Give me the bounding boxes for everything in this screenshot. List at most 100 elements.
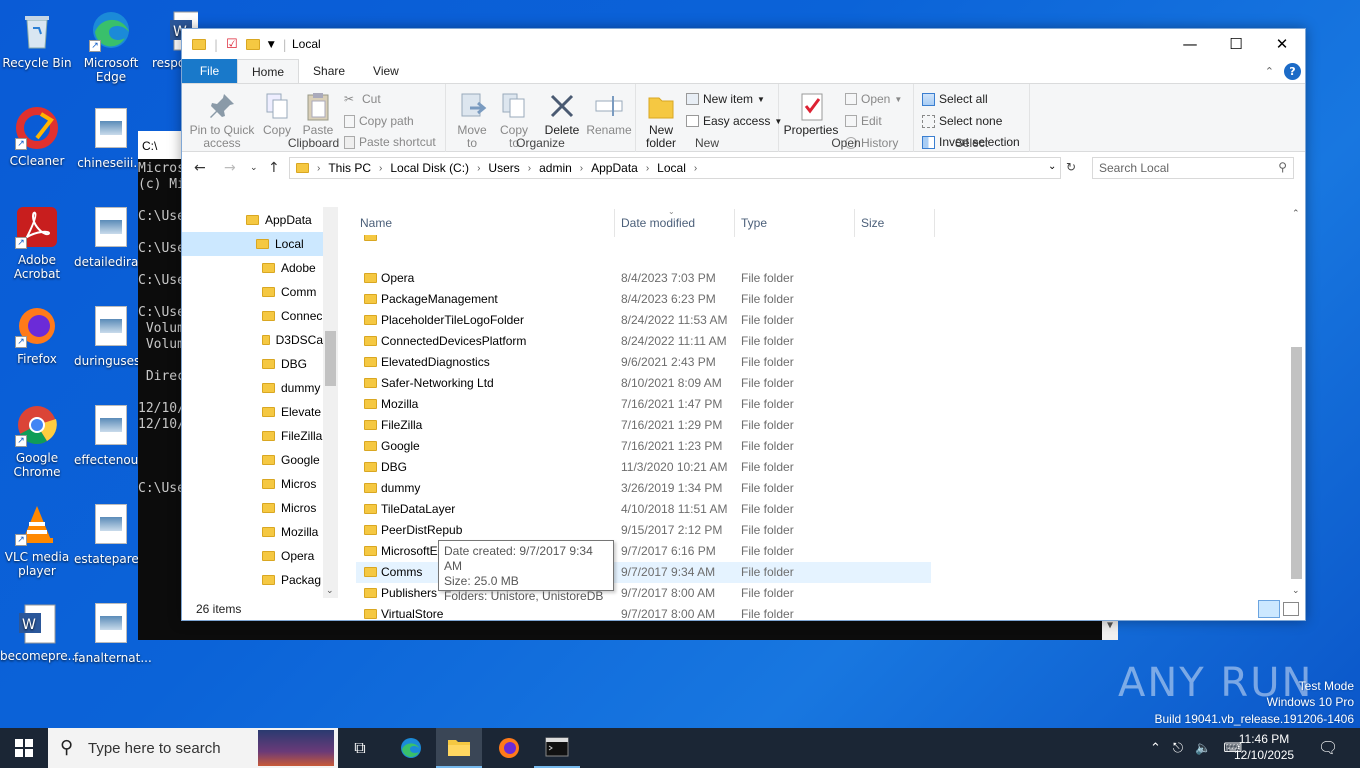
acrobat-icon[interactable]: ↗ Adobe Acrobat xyxy=(0,205,74,281)
scroll-up-icon[interactable]: ⌃ xyxy=(1292,209,1300,219)
edit-button[interactable]: Edit xyxy=(845,114,882,128)
nav-item[interactable]: Connec xyxy=(262,304,323,328)
column-type[interactable]: Type xyxy=(741,216,767,230)
table-row[interactable]: Mozilla 7/16/2021 1:47 PM File folder xyxy=(356,394,931,415)
table-row[interactable]: PeerDistRepub 9/15/2017 2:12 PM File folde… xyxy=(356,520,931,541)
maximize-icon[interactable]: ☐ xyxy=(1213,29,1259,59)
nav-item[interactable]: Elevate xyxy=(262,400,323,424)
image-doc-icon[interactable]: estateparen... xyxy=(74,502,158,566)
table-row[interactable] xyxy=(356,235,931,241)
cut-button[interactable]: ✂ Cut xyxy=(344,92,381,106)
breadcrumb-chevron-icon[interactable]: › xyxy=(694,163,697,174)
refresh-icon[interactable]: ↻ xyxy=(1066,160,1076,174)
image-doc-icon[interactable]: effectenou... xyxy=(74,403,150,467)
breadcrumb-item[interactable]: Local Disk (C:) xyxy=(390,161,469,175)
nav-item[interactable]: Opera xyxy=(262,544,323,568)
edge-icon[interactable]: ↗ Microsoft Edge xyxy=(74,8,148,84)
nav-item[interactable]: Micros xyxy=(262,472,323,496)
column-date-modified[interactable]: Date modified xyxy=(621,216,695,230)
nav-item[interactable]: FileZilla xyxy=(262,424,323,448)
table-row[interactable]: TileDataLayer 4/10/2018 11:51 AM File fold… xyxy=(356,499,931,520)
qat-dropdown-icon[interactable]: ▼ xyxy=(268,40,275,50)
image-doc-icon[interactable]: duringuses... xyxy=(74,304,152,368)
select-none-button[interactable]: Select none xyxy=(922,114,1002,128)
breadcrumb-item[interactable]: This PC xyxy=(328,161,371,175)
nav-item[interactable]: Adobe xyxy=(262,256,323,280)
breadcrumb-chevron-icon[interactable]: › xyxy=(580,163,583,174)
forward-arrow-icon[interactable]: → xyxy=(224,160,236,176)
table-row[interactable]: PlaceholderTileLogoFolder 8/24/2022 11:53… xyxy=(356,310,931,331)
notifications-icon[interactable]: 🗨 xyxy=(1318,728,1338,768)
taskbar-cmd-icon[interactable] xyxy=(534,728,580,768)
details-view-icon[interactable] xyxy=(1258,600,1280,618)
table-row[interactable]: Safer-Networking Ltd 8/10/2021 8:09 AM Fil… xyxy=(356,373,931,394)
nav-item[interactable]: D3DSCa xyxy=(262,328,323,352)
nav-scrollbar[interactable]: ⌄ xyxy=(323,207,338,598)
breadcrumb-item[interactable]: admin xyxy=(539,161,572,175)
back-arrow-icon[interactable]: ← xyxy=(194,160,206,176)
breadcrumb-chevron-icon[interactable]: › xyxy=(477,163,480,174)
properties-button[interactable]: Properties xyxy=(781,90,841,137)
scroll-down-icon[interactable]: ⌄ xyxy=(326,586,334,596)
up-arrow-icon[interactable]: ↑ xyxy=(268,160,280,176)
breadcrumb-item[interactable]: Local xyxy=(657,161,686,175)
paste-button[interactable]: Paste xyxy=(298,90,338,137)
help-icon[interactable]: ? xyxy=(1284,63,1301,80)
easy-access-button[interactable]: Easy access ▼ xyxy=(686,114,782,128)
tab-share[interactable]: Share xyxy=(299,59,359,83)
start-button[interactable] xyxy=(0,728,48,768)
new-folder-icon[interactable] xyxy=(245,39,260,50)
delete-button[interactable]: Delete xyxy=(542,90,582,137)
copy-button[interactable]: Copy xyxy=(256,90,298,137)
address-bar[interactable]: › This PC › Local Disk (C:) › Users › admin › App… xyxy=(289,157,1061,179)
nav-item[interactable]: Packag xyxy=(262,568,323,592)
ccleaner-icon[interactable]: ↗ CCleaner xyxy=(0,106,74,168)
breadcrumb-chevron-icon[interactable]: › xyxy=(528,163,531,174)
scroll-down-icon[interactable]: ⌄ xyxy=(1292,586,1300,596)
vlc-icon[interactable]: ↗ VLC media player xyxy=(0,502,74,578)
breadcrumb-chevron-icon[interactable]: › xyxy=(379,163,382,174)
address-dropdown-icon[interactable]: ⌄ xyxy=(1048,161,1056,172)
clock[interactable]: 11:46 PM 12/10/2025 xyxy=(1234,731,1294,763)
task-view-icon[interactable]: ⧉ xyxy=(340,728,380,768)
image-doc-icon[interactable]: chineseiii... xyxy=(74,106,148,170)
taskbar-explorer-icon[interactable] xyxy=(436,728,482,768)
taskbar-search[interactable]: ⚲ Type here to search xyxy=(48,728,338,768)
nav-item[interactable]: Micros xyxy=(262,496,323,520)
explorer-window[interactable]: | ☑ ▼ | Local — ☐ ✕ File Home Share View… xyxy=(181,28,1306,621)
table-row[interactable]: Opera 8/4/2023 7:03 PM File folder xyxy=(356,268,931,289)
breadcrumb-item[interactable]: AppData xyxy=(591,161,638,175)
volume-icon[interactable]: 🔈 xyxy=(1195,740,1211,756)
word-doc-icon[interactable]: W becomepre... xyxy=(0,601,79,663)
table-row[interactable]: PackageManagement 8/4/2023 6:23 PM File fo… xyxy=(356,289,931,310)
nav-item[interactable]: Mozilla xyxy=(262,520,323,544)
nav-item[interactable]: Google xyxy=(262,448,323,472)
table-row[interactable]: dummy 3/26/2019 1:34 PM File folder xyxy=(356,478,931,499)
nav-item[interactable]: DBG xyxy=(262,352,323,376)
rename-button[interactable]: Rename xyxy=(586,90,632,137)
collapse-ribbon-icon[interactable]: ⌃ xyxy=(1265,65,1274,78)
table-row[interactable]: DBG 11/3/2020 10:21 AM File folder xyxy=(356,457,931,478)
new-item-button[interactable]: New item ▼ xyxy=(686,92,765,106)
image-doc-icon[interactable]: fanalternat... xyxy=(74,601,152,665)
show-hidden-icons-icon[interactable]: ⌃ xyxy=(1150,740,1161,756)
nav-item[interactable]: AppData xyxy=(246,208,323,232)
image-doc-icon[interactable]: detailedira... xyxy=(74,205,150,269)
list-scrollbar[interactable]: ⌃ ⌄ xyxy=(1288,207,1305,598)
table-row[interactable]: VirtualStore 9/7/2017 8:00 AM File folder xyxy=(356,604,931,625)
firefox-icon[interactable]: ↗ Firefox xyxy=(0,304,74,366)
breadcrumb-item[interactable]: Users xyxy=(488,161,519,175)
scroll-thumb[interactable] xyxy=(1291,347,1302,579)
close-icon[interactable]: ✕ xyxy=(1259,29,1305,59)
nav-item[interactable]: dummy xyxy=(262,376,323,400)
minimize-icon[interactable]: — xyxy=(1167,29,1213,59)
tab-view[interactable]: View xyxy=(359,59,413,83)
taskbar-edge-icon[interactable] xyxy=(390,728,432,768)
recycle-bin-icon[interactable]: Recycle Bin xyxy=(0,8,74,70)
nav-item[interactable]: Comm xyxy=(262,280,323,304)
tab-home[interactable]: Home xyxy=(237,59,300,83)
taskbar-firefox-icon[interactable] xyxy=(486,728,532,768)
column-size[interactable]: Size xyxy=(861,216,884,230)
table-row[interactable]: FileZilla 7/16/2021 1:29 PM File folder xyxy=(356,415,931,436)
copy-path-button[interactable]: Copy path xyxy=(344,114,414,128)
